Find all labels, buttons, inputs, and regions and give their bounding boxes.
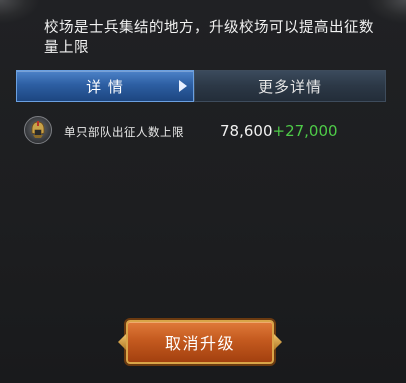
panel-corner-ornament xyxy=(0,0,40,24)
helmet-medal-icon xyxy=(24,116,52,144)
cancel-upgrade-label: 取消升级 xyxy=(164,334,235,353)
detail-tabs: 详 情 更多详情 xyxy=(16,70,386,102)
stat-value-group: 78,600+27,000 xyxy=(220,122,338,140)
tab-more-details[interactable]: 更多详情 xyxy=(194,70,386,102)
tab-details-label: 详 情 xyxy=(86,77,124,96)
building-description: 校场是士兵集结的地方，升级校场可以提高出征数量上限 xyxy=(44,20,374,56)
tab-details[interactable]: 详 情 xyxy=(16,70,194,102)
arrow-right-icon xyxy=(179,80,187,92)
tab-more-details-label: 更多详情 xyxy=(257,77,322,96)
stat-value: 78,600 xyxy=(220,122,273,140)
stat-row: 单只部队出征人数上限 78,600+27,000 xyxy=(24,116,384,148)
cancel-upgrade-button[interactable]: 取消升级 xyxy=(118,320,282,364)
stat-bonus: +27,000 xyxy=(272,122,338,140)
stat-label: 单只部队出征人数上限 xyxy=(64,125,184,139)
button-ornament xyxy=(274,334,282,350)
button-ornament xyxy=(118,334,126,350)
building-detail-panel: 校场是士兵集结的地方，升级校场可以提高出征数量上限 详 情 更多详情 单只部队出… xyxy=(0,0,406,383)
